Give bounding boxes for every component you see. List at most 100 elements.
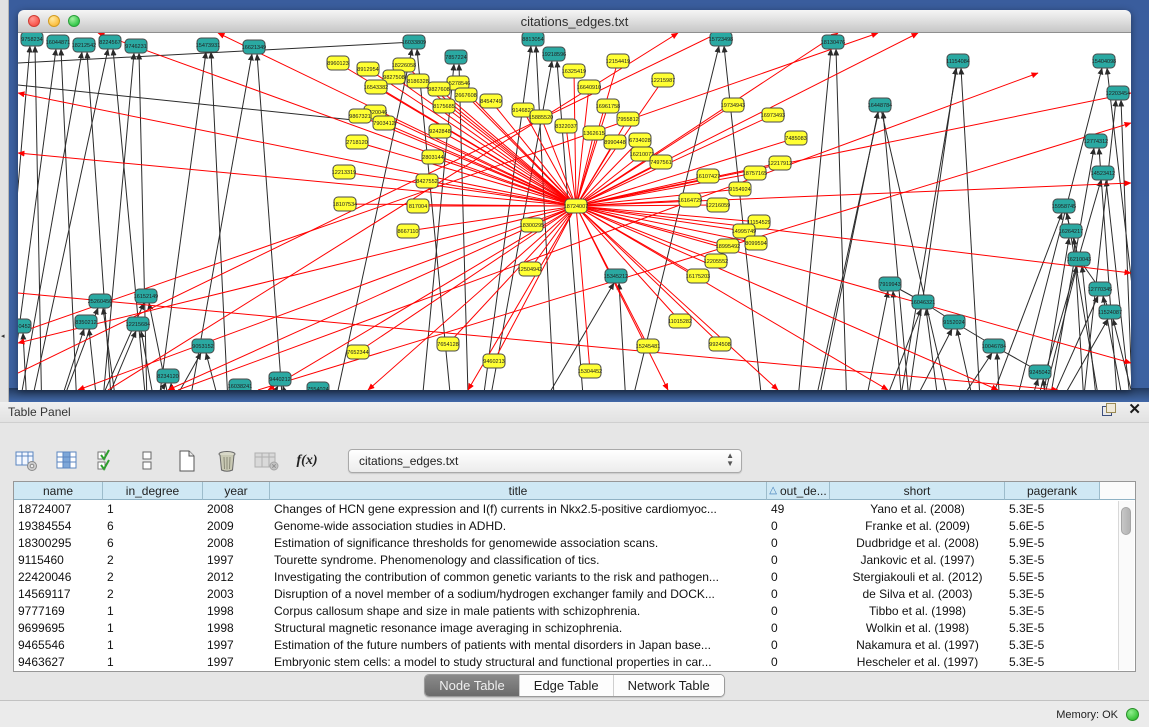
table-row[interactable]: 2242004622012Investigating the contribut… [14, 568, 1135, 585]
network-node[interactable]: 7955812 [617, 112, 639, 126]
network-node[interactable]: 8234120 [157, 369, 179, 383]
network-node[interactable]: 16044871 [46, 35, 70, 49]
network-node[interactable]: 18757165 [743, 166, 767, 180]
network-node[interactable]: 15304452 [578, 364, 602, 378]
network-node[interactable]: 12215684 [126, 317, 150, 331]
network-node[interactable]: 8099594 [745, 236, 767, 250]
network-node[interactable]: 12205552 [704, 254, 728, 268]
network-node[interactable]: 9746231 [125, 39, 147, 53]
network-node[interactable]: 10046784 [982, 339, 1006, 353]
network-node[interactable]: 15885520 [529, 110, 553, 124]
network-node[interactable]: 9758234 [21, 33, 43, 46]
network-node[interactable]: 12504942 [518, 262, 542, 276]
network-node[interactable]: 8960123 [327, 56, 349, 70]
show-column-icon[interactable] [54, 448, 80, 474]
network-node[interactable]: 2803144 [422, 150, 444, 164]
network-node[interactable]: 9460213 [483, 354, 505, 368]
network-node[interactable]: 11524087 [1098, 305, 1122, 319]
column-header-short[interactable]: short [830, 482, 1005, 500]
network-node[interactable]: 16175203 [686, 269, 710, 283]
column-header-out_de[interactable]: △out_de... [767, 482, 830, 500]
network-node[interactable]: 7497561 [650, 155, 672, 169]
column-header-pagerank[interactable]: pagerank [1005, 482, 1100, 500]
network-node[interactable]: 19734943 [721, 98, 745, 112]
network-node[interactable]: 9245042 [1029, 365, 1051, 379]
function-builder-icon[interactable]: f(x) [294, 448, 320, 474]
network-view-window[interactable]: citations_edges.txt 97582341604487118212… [18, 10, 1131, 390]
tab-edge-table[interactable]: Edge Table [520, 675, 614, 696]
network-node[interactable]: 9440212 [269, 372, 291, 386]
tab-network-table[interactable]: Network Table [614, 675, 724, 696]
float-panel-icon[interactable] [1102, 403, 1116, 416]
network-node[interactable]: 9154924 [729, 182, 751, 196]
network-node[interactable]: 18107534 [333, 197, 357, 211]
network-node[interactable]: 15245481 [636, 339, 660, 353]
network-node[interactable]: 16264217 [1059, 224, 1083, 238]
network-node[interactable]: 12215987 [651, 73, 675, 87]
memory-status-icon[interactable] [1126, 708, 1139, 721]
network-node[interactable]: 15958745 [1052, 199, 1076, 213]
network-node[interactable]: 18130476 [821, 35, 845, 49]
network-node[interactable]: 15473931 [196, 38, 220, 52]
network-node[interactable]: 12154419 [606, 54, 630, 68]
network-node[interactable]: 16107427 [696, 169, 720, 183]
network-node[interactable]: 9242848 [429, 124, 451, 138]
column-header-name[interactable]: name [14, 482, 103, 500]
network-node[interactable]: 16210043 [1067, 252, 1091, 266]
network-node[interactable]: 9053152 [192, 339, 214, 353]
scrollbar-thumb[interactable] [1121, 507, 1131, 535]
network-node[interactable]: 12213319 [332, 165, 356, 179]
network-node[interactable]: 12217912 [768, 156, 792, 170]
network-node[interactable]: 8427552 [416, 174, 438, 188]
table-row[interactable]: 1456911722003Disruption of a novel membe… [14, 585, 1135, 602]
network-node[interactable]: 18212542 [72, 38, 96, 52]
network-node[interactable]: 8322037 [555, 119, 577, 133]
network-node[interactable]: 18724007 [564, 199, 588, 213]
network-canvas[interactable]: 975823416044871182125428224567 9746231 154… [18, 33, 1131, 390]
table-row[interactable]: 1830029562008Estimation of significance … [14, 534, 1135, 551]
network-window-titlebar[interactable]: citations_edges.txt [18, 10, 1131, 33]
close-panel-icon[interactable]: ✕ [1128, 403, 1141, 416]
network-node[interactable]: 16621349 [242, 40, 266, 54]
column-header-title[interactable]: title [270, 482, 767, 500]
rows-icon[interactable] [134, 448, 160, 474]
network-node[interactable]: 817004 [407, 199, 429, 213]
network-node[interactable]: 16448784 [868, 98, 892, 112]
column-header-in_degree[interactable]: in_degree [103, 482, 203, 500]
network-node[interactable]: 16961758 [596, 99, 620, 113]
table-row[interactable]: 946362711997Embryonic stem cells: a mode… [14, 653, 1135, 670]
network-node[interactable]: 8454749 [480, 94, 502, 108]
network-node[interactable]: 8350212 [75, 315, 97, 329]
network-node[interactable]: 7485083 [785, 131, 807, 145]
table-row[interactable]: 1872400712008Changes of HCN gene express… [14, 500, 1135, 517]
table-vertical-scrollbar[interactable] [1118, 501, 1134, 670]
network-node[interactable]: 11015282 [668, 314, 692, 328]
network-node[interactable]: 8990448 [604, 135, 626, 149]
network-node[interactable]: 12774312 [1084, 134, 1108, 148]
network-node[interactable]: 18300295 [520, 218, 544, 232]
network-node[interactable]: 12203454 [1106, 86, 1130, 100]
network-node[interactable]: 16152149 [134, 289, 158, 303]
network-node[interactable]: 25260450 [88, 294, 112, 308]
network-node[interactable]: 8813054 [522, 33, 544, 46]
network-node[interactable]: 16640910 [577, 80, 601, 94]
network-node[interactable]: 8224567 [99, 35, 121, 49]
network-node[interactable]: 8667110 [397, 224, 419, 238]
network-node[interactable]: 8175685 [433, 99, 455, 113]
delete-columns-icon[interactable] [214, 448, 240, 474]
network-node[interactable]: 9827608 [428, 82, 450, 96]
network-node[interactable]: 1362615 [583, 126, 605, 140]
network-node[interactable]: 16973493 [761, 108, 785, 122]
network-node[interactable]: 18995492 [716, 239, 740, 253]
network-node[interactable]: 12770345 [1088, 282, 1112, 296]
network-node[interactable]: 7654128 [437, 337, 459, 351]
network-node[interactable]: 9150452 [18, 319, 31, 333]
network-node[interactable]: 9152024 [943, 315, 965, 329]
table-row[interactable]: 969969511998Structural magnetic resonanc… [14, 619, 1135, 636]
network-node[interactable]: 7554024 [307, 382, 329, 390]
network-node[interactable]: 19218596 [542, 47, 566, 61]
network-node[interactable]: 9867321 [349, 109, 371, 123]
tab-node-table[interactable]: Node Table [425, 675, 520, 696]
network-node[interactable]: 7903412 [373, 116, 395, 130]
network-node[interactable]: 15345212 [604, 269, 628, 283]
